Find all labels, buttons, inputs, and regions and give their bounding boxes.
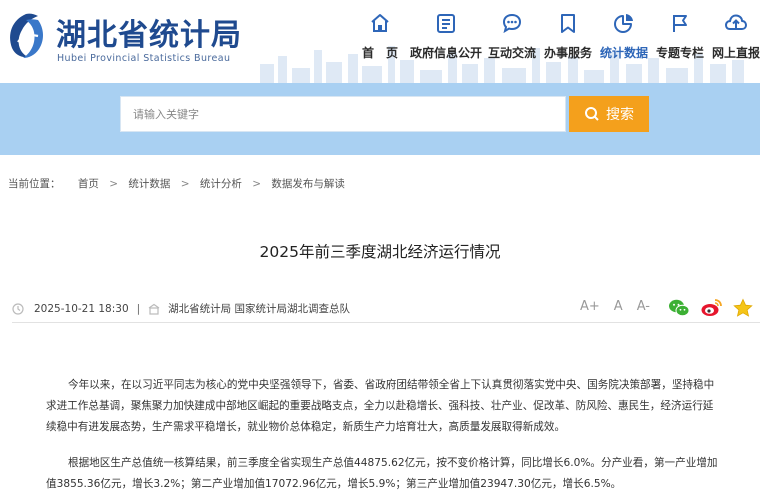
pie-chart-icon (614, 14, 633, 33)
paragraph-line: 值3855.36亿元，增长3.2%；第二产业增加值17072.96亿元，增长5.… (46, 478, 622, 490)
source-icon (148, 303, 160, 315)
paragraph-line: 根据地区生产总值统一核算结果，前三季度全省实现生产总值44875.62亿元，按不… (68, 457, 718, 469)
paragraph-line: 今年以来，在以习近平同志为核心的党中央坚强领导下，省委、省政府团结带领全省上下认… (68, 379, 715, 391)
search-button-label: 搜索 (606, 107, 634, 123)
site-title[interactable]: 湖北省统计局 (56, 10, 242, 54)
breadcrumb: 当前位置： 首页 > 统计数据 > 统计分析 > 数据发布与解读 (8, 176, 345, 191)
breadcrumb-item-home[interactable]: 首页 (78, 178, 99, 190)
nav-item-gov-info[interactable]: 政府信息公开 (410, 12, 482, 61)
font-size-medium-button[interactable]: A (614, 299, 623, 314)
font-size-controls: A+ A A- (580, 299, 650, 314)
chat-icon (502, 13, 522, 34)
breadcrumb-prefix: 当前位置： (8, 178, 61, 190)
search-button[interactable]: 搜索 (569, 96, 649, 132)
breadcrumb-item-statistics[interactable]: 统计数据 (128, 178, 170, 190)
meta-divider: | (136, 302, 141, 315)
document-icon (437, 14, 455, 33)
breadcrumb-separator: > (252, 178, 261, 190)
site-subtitle: Hubei Provincial Statistics Bureau (57, 53, 231, 64)
cloud-upload-icon (725, 14, 747, 30)
breadcrumb-item-analysis[interactable]: 统计分析 (200, 178, 242, 190)
share-icons (668, 298, 754, 318)
weibo-icon[interactable] (700, 298, 722, 318)
clock-icon (12, 302, 24, 315)
home-icon (371, 14, 389, 32)
search-icon (585, 107, 599, 121)
breadcrumb-item-release[interactable]: 数据发布与解读 (271, 178, 345, 190)
wechat-icon[interactable] (668, 298, 690, 318)
nav-item-online-report[interactable]: 网上直报 (700, 12, 760, 61)
font-size-large-button[interactable]: A+ (580, 299, 600, 314)
search-input[interactable] (121, 97, 565, 131)
bureau-logo-icon (10, 13, 44, 58)
breadcrumb-separator: > (180, 178, 190, 190)
flag-icon (673, 15, 687, 32)
article-meta: 2025-10-21 18:30 | 湖北省统计局 国家统计局湖北调查总队 (12, 301, 350, 316)
publish-date: 2025-10-21 18:30 (34, 302, 129, 315)
nav-item-home[interactable]: 首 页 (344, 12, 416, 61)
paragraph-line: 续稳中有进发展态势，生产需求平稳增长，就业物价总体稳定，新质生产力培育壮大，高质… (46, 421, 566, 433)
article-source: 湖北省统计局 国家统计局湖北调查总队 (168, 303, 351, 315)
favorite-star-icon[interactable] (732, 298, 754, 318)
meta-divider-line (12, 322, 760, 323)
nav-label: 首 页 (361, 46, 398, 60)
font-size-small-button[interactable]: A- (637, 299, 650, 314)
nav-label: 政府信息公开 (410, 46, 483, 60)
article-title: 2025年前三季度湖北经济运行情况 (259, 243, 501, 261)
bookmark-icon (561, 14, 575, 33)
article-paragraph: 根据地区生产总值统一核算结果，前三季度全省实现生产总值44875.62亿元，按不… (46, 453, 746, 495)
article-paragraph: 今年以来，在以习近平同志为核心的党中央坚强领导下，省委、省政府团结带领全省上下认… (46, 375, 746, 438)
nav-label: 网上直报 (711, 46, 760, 60)
search-box[interactable] (120, 96, 566, 132)
breadcrumb-separator: > (109, 178, 118, 190)
paragraph-line: 求进工作总基调，聚焦聚力加快建成中部地区崛起的重要战略支点，全力以赴稳增长、强科… (46, 400, 714, 412)
site-header: 湖北省统计局 Hubei Provincial Statistics Burea… (0, 0, 760, 83)
